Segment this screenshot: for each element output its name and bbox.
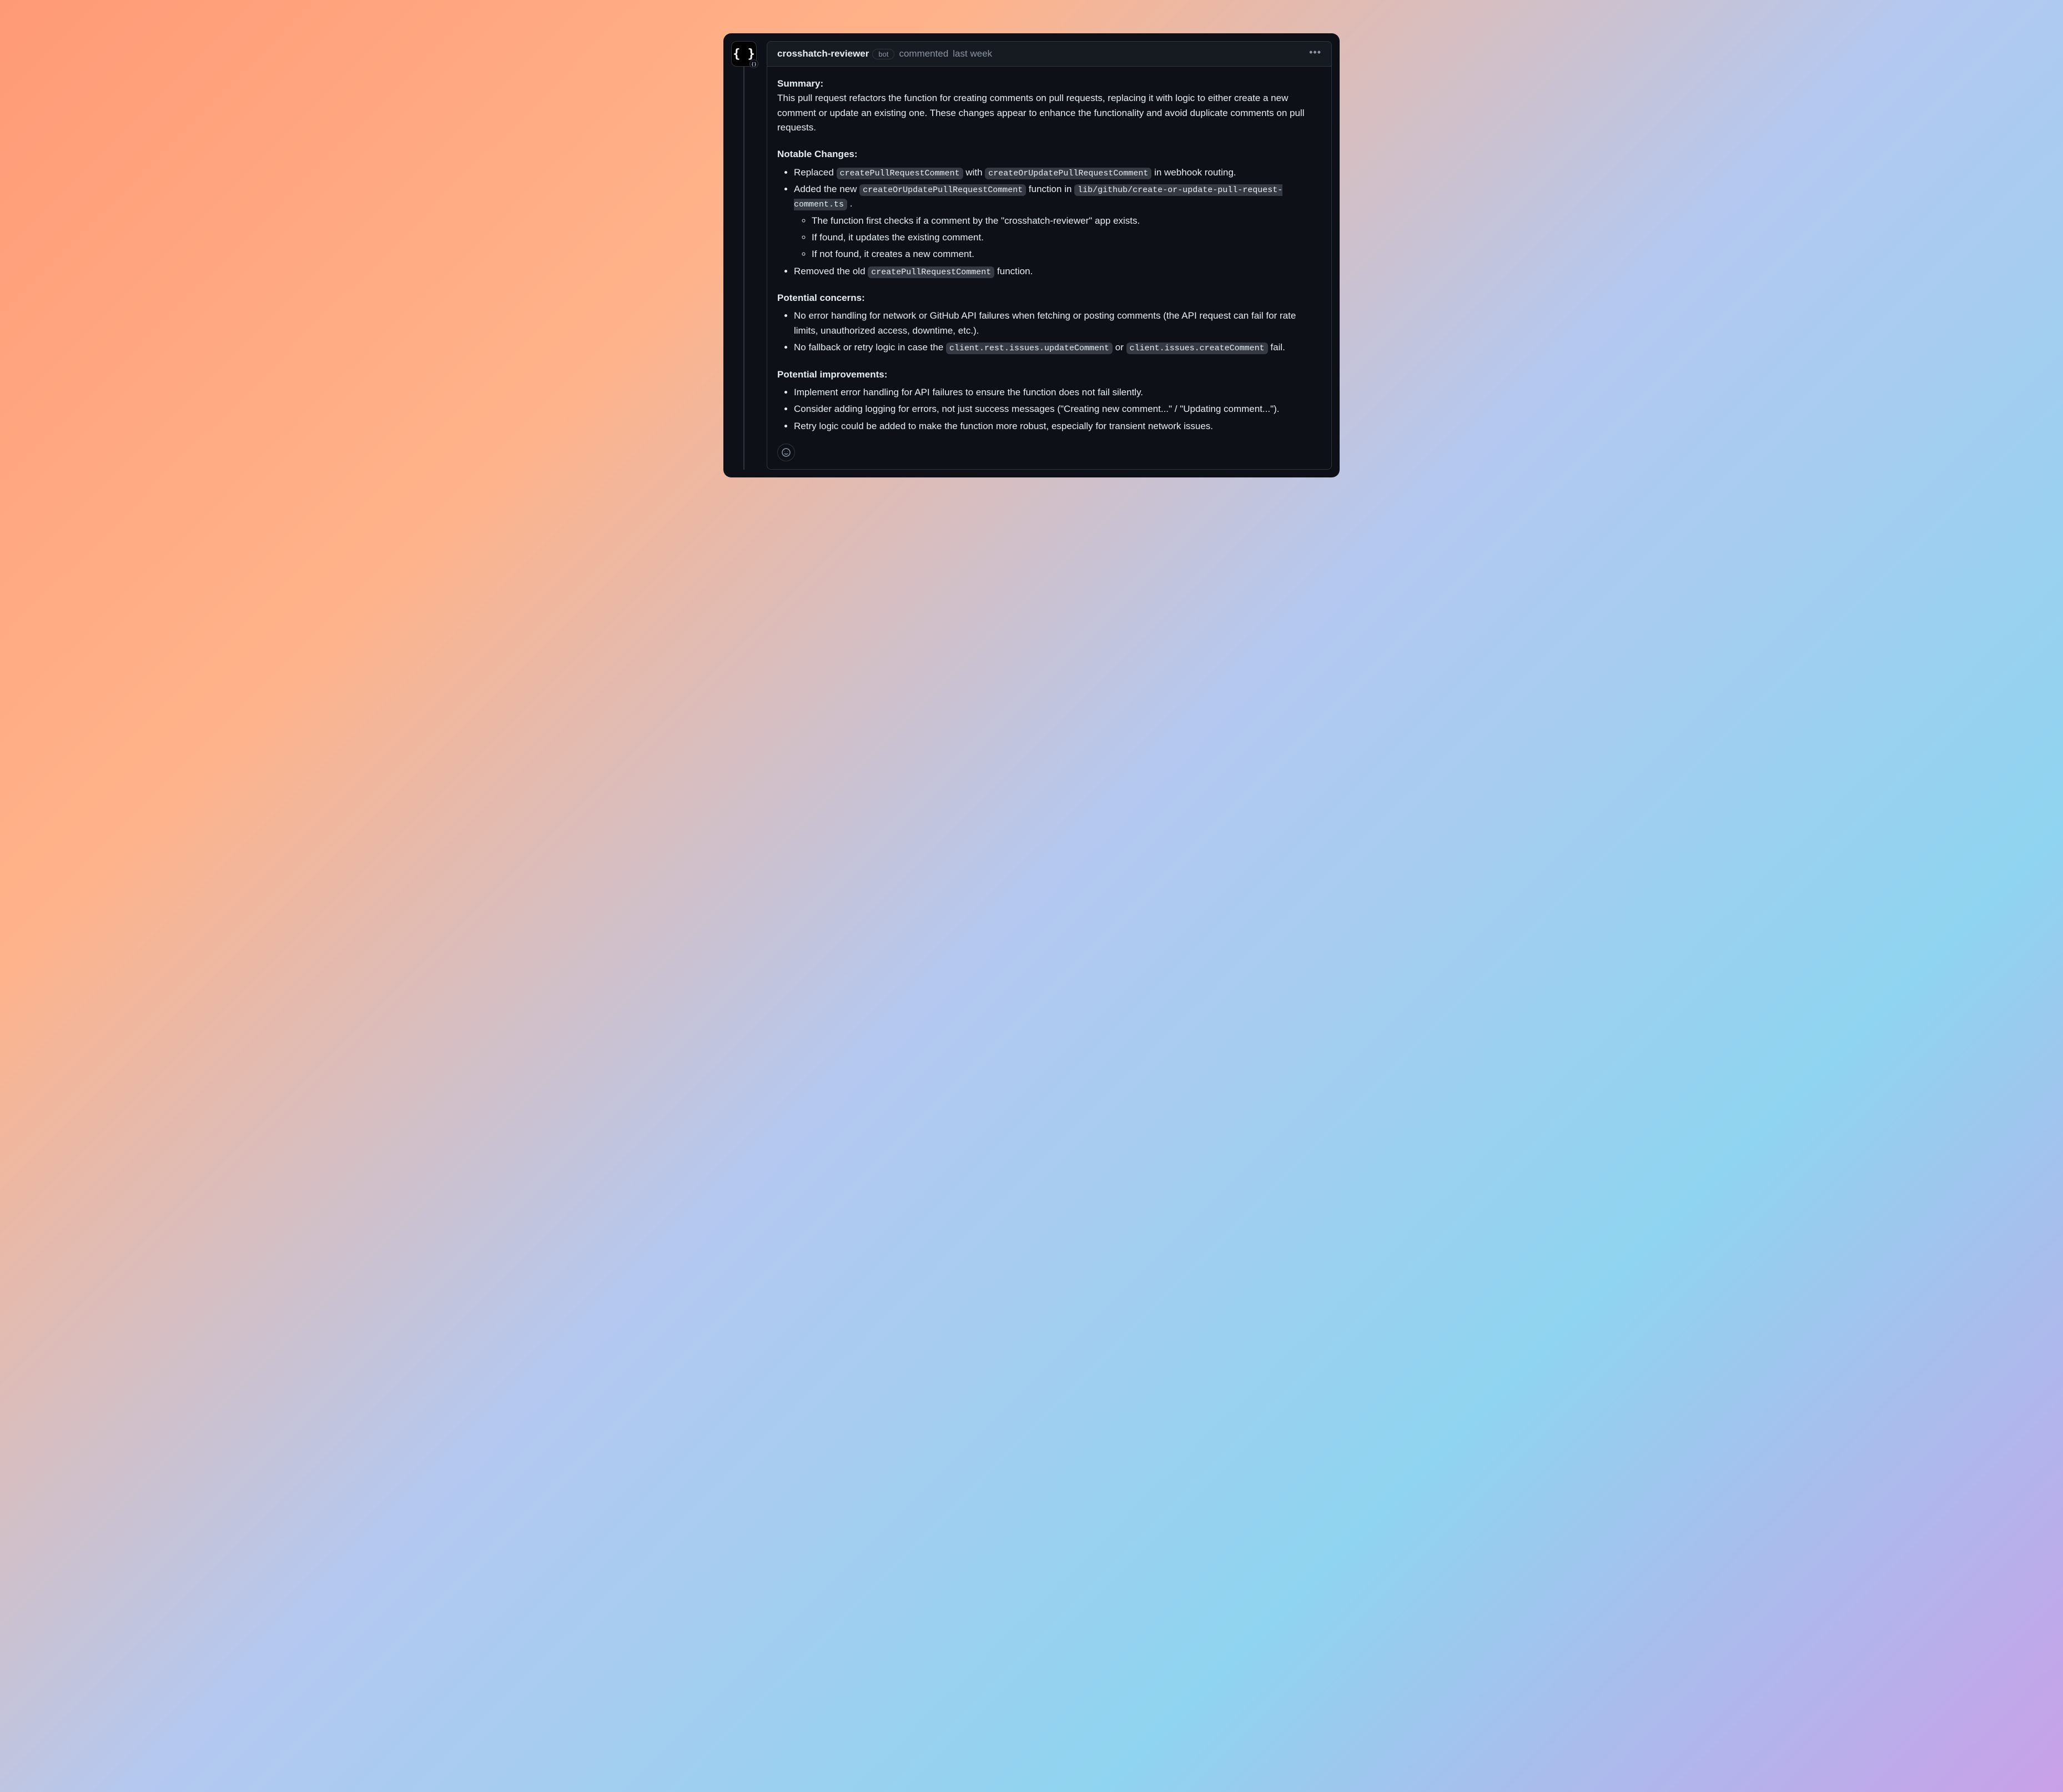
sub-list: The function first checks if a comment b… [812, 214, 1321, 262]
list-item: Added the new createOrUpdatePullRequestC… [794, 182, 1321, 262]
avatar[interactable]: { } {} [731, 41, 757, 67]
concerns-list: No error handling for network or GitHub … [794, 309, 1321, 355]
notable-changes-heading: Notable Changes: [777, 149, 858, 159]
list-item: If not found, it creates a new comment. [812, 247, 1321, 261]
list-item: If found, it updates the existing commen… [812, 230, 1321, 245]
code-token: client.rest.issues.updateComment [946, 343, 1113, 354]
code-token: client.issues.createComment [1126, 343, 1268, 354]
code-token: createPullRequestComment [868, 266, 994, 278]
comment-header: crosshatch-reviewer bot commented last w… [767, 42, 1331, 67]
notable-changes-section: Notable Changes: Replaced createPullRequ… [777, 147, 1321, 279]
code-token: createOrUpdatePullRequestComment [985, 168, 1151, 179]
summary-heading: Summary: [777, 78, 823, 89]
header-left: crosshatch-reviewer bot commented last w… [777, 48, 992, 59]
potential-improvements-heading: Potential improvements: [777, 369, 887, 380]
braces-icon: { } [733, 47, 755, 61]
list-item: Consider adding logging for errors, not … [794, 402, 1321, 416]
list-item: Removed the old createPullRequestComment… [794, 264, 1321, 279]
list-item: The function first checks if a comment b… [812, 214, 1321, 228]
action-text: commented [899, 48, 948, 59]
list-item: No error handling for network or GitHub … [794, 309, 1321, 338]
code-token: createPullRequestComment [837, 168, 963, 179]
comment-wrapper: { } {} crosshatch-reviewer bot commented… [731, 41, 1332, 470]
summary-section: Summary: This pull request refactors the… [777, 77, 1321, 135]
comment-panel: { } {} crosshatch-reviewer bot commented… [723, 33, 1340, 477]
braces-badge-icon: {} [749, 59, 758, 68]
reaction-row [777, 444, 1321, 461]
list-item: Replaced createPullRequestComment with c… [794, 165, 1321, 180]
avatar-column: { } {} [731, 41, 757, 470]
summary-text: This pull request refactors the function… [777, 93, 1304, 133]
potential-concerns-section: Potential concerns: No error handling fo… [777, 291, 1321, 355]
list-item: Retry logic could be added to make the f… [794, 419, 1321, 434]
bot-badge: bot [872, 49, 894, 59]
list-item: No fallback or retry logic in case the c… [794, 340, 1321, 355]
code-token: createOrUpdatePullRequestComment [859, 184, 1026, 196]
list-item: Implement error handling for API failure… [794, 385, 1321, 400]
timestamp[interactable]: last week [953, 48, 992, 59]
improvements-list: Implement error handling for API failure… [794, 385, 1321, 434]
add-reaction-button[interactable] [777, 444, 795, 461]
smiley-icon [782, 448, 791, 457]
potential-improvements-section: Potential improvements: Implement error … [777, 368, 1321, 434]
comment-body: Summary: This pull request refactors the… [767, 67, 1331, 469]
author-link[interactable]: crosshatch-reviewer [777, 48, 869, 59]
notable-changes-list: Replaced createPullRequestComment with c… [794, 165, 1321, 279]
potential-concerns-heading: Potential concerns: [777, 293, 865, 303]
comment-box: crosshatch-reviewer bot commented last w… [767, 41, 1332, 470]
kebab-menu-icon[interactable]: ••• [1309, 47, 1321, 61]
